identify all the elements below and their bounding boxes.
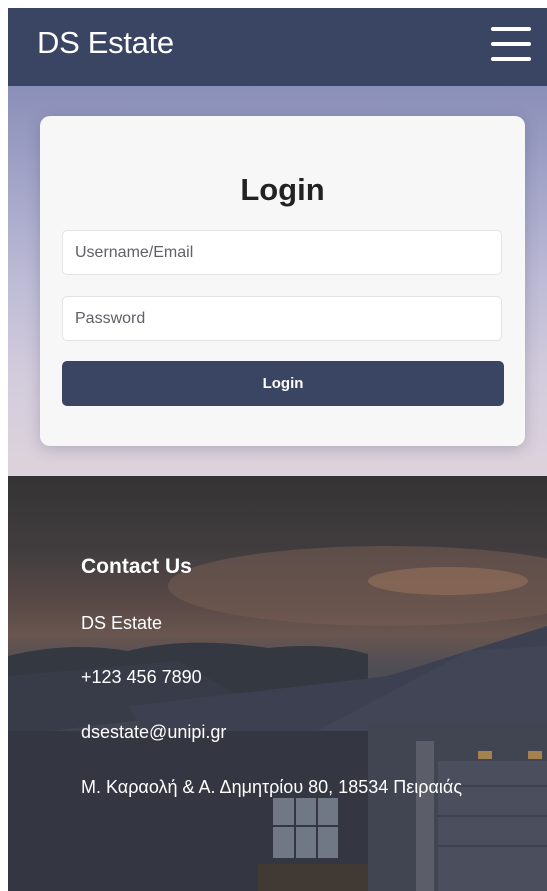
footer: Contact Us DS Estate +123 456 7890 dsest… [8, 476, 547, 891]
brand-logo-link[interactable]: DS Estate [37, 27, 174, 58]
navbar: DS Estate [8, 8, 547, 86]
contact-title: Contact Us [81, 555, 192, 578]
contact-email: dsestate@unipi.gr [81, 722, 227, 742]
app-viewport: DS Estate Login Login [8, 8, 547, 891]
contact-company: DS Estate [81, 613, 163, 633]
username-email-input[interactable] [62, 230, 502, 275]
menu-bar [491, 27, 531, 31]
hamburger-menu-icon[interactable] [491, 25, 531, 65]
login-title: Login [240, 172, 325, 207]
contact-phone: +123 456 7890 [81, 667, 202, 687]
login-card: Login Login [40, 116, 525, 446]
password-input[interactable] [62, 296, 502, 341]
menu-bar [491, 57, 531, 61]
login-button[interactable]: Login [62, 361, 504, 406]
menu-bar [491, 42, 531, 46]
contact-address: Μ. Καραολή & Α. Δημητρίου 80, 18534 Πειρ… [81, 777, 462, 797]
